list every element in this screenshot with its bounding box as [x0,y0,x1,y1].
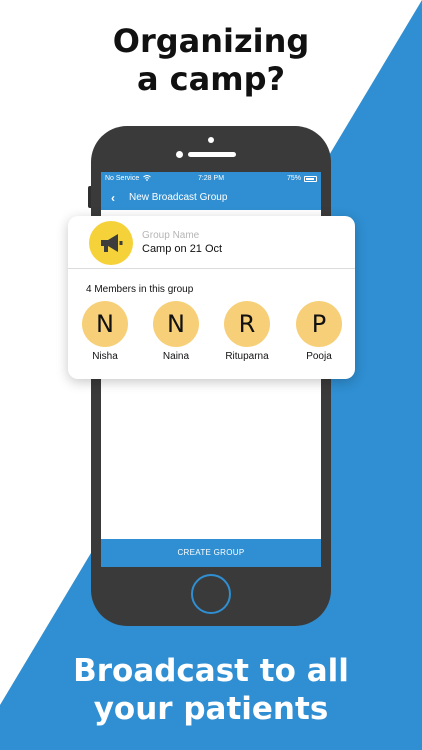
phone-speaker [188,152,236,157]
status-bar: No Service 7:28 PM 75% [101,172,321,186]
phone-camera-dot [176,151,183,158]
member-avatar: N [153,301,199,347]
member-avatar: P [296,301,342,347]
member-item[interactable]: N Nisha [75,301,135,362]
member-name: Naina [162,351,190,362]
card-divider [68,268,355,269]
footer-line-1: Broadcast to all [73,653,349,689]
member-name: Nisha [92,351,118,362]
member-item[interactable]: R Rituparna [217,301,277,362]
members-count-label: 4 Members in this group [86,284,194,295]
headline-line-1: Organizing [112,22,310,60]
footer-line-2: your patients [93,691,329,727]
footer-tagline: Broadcast to all your patients [0,652,422,728]
group-name-field[interactable]: Camp on 21 Oct [142,243,222,255]
member-name: Rituparna [225,351,269,362]
member-item[interactable]: P Pooja [289,301,349,362]
status-battery: 75% [287,172,317,186]
megaphone-icon [101,234,123,252]
headline: Organizing a camp? [0,22,422,98]
phone-home-button [191,574,231,614]
app-bar-title: New Broadcast Group [129,192,228,203]
member-avatar: R [224,301,270,347]
group-name-label: Group Name [142,230,200,241]
app-bar: ‹ New Broadcast Group [101,186,321,210]
member-item[interactable]: N Naina [146,301,206,362]
battery-icon [304,176,317,182]
phone-earpiece-dot [208,137,214,143]
battery-text: 75% [286,175,301,182]
group-card: Group Name Camp on 21 Oct 4 Members in t… [68,216,355,379]
group-avatar[interactable] [89,221,133,265]
headline-line-2: a camp? [136,60,286,98]
member-avatar: N [82,301,128,347]
create-group-button[interactable]: CREATE GROUP [101,539,321,567]
member-name: Pooja [306,351,332,362]
chevron-left-icon[interactable]: ‹ [111,186,115,210]
